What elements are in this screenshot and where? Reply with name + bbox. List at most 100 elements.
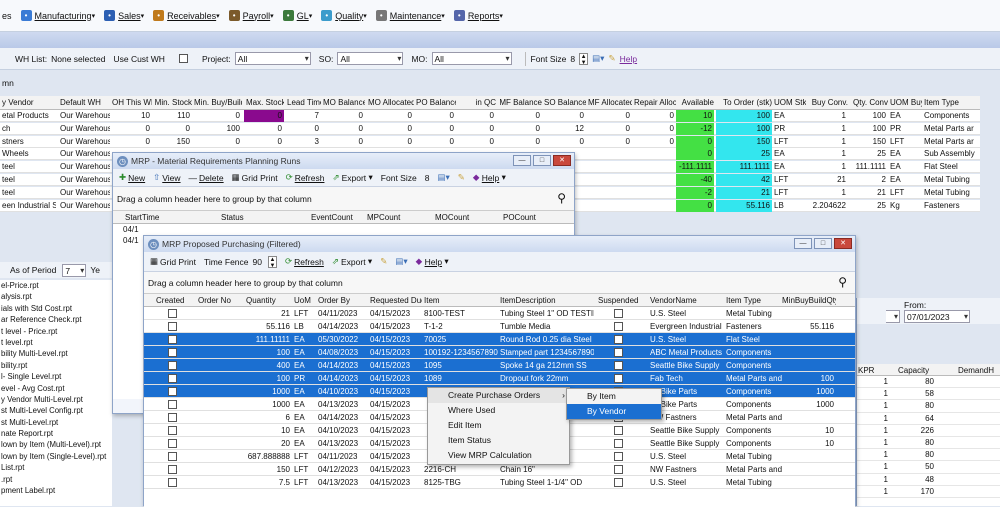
- submenu-item-1[interactable]: By Vendor: [567, 404, 661, 419]
- menu-8[interactable]: • Reports ▾: [453, 10, 503, 21]
- maximize-button-2[interactable]: □: [814, 238, 832, 249]
- runs-col-header[interactable]: Status: [219, 211, 299, 225]
- close-button-2[interactable]: ✕: [834, 238, 852, 249]
- purchasing-col-header[interactable]: Requested Due: [368, 294, 422, 308]
- column-header[interactable]: y Vendor: [0, 96, 56, 110]
- context-item-2[interactable]: Edit Item: [428, 418, 569, 433]
- to-dropdown-stub[interactable]: [886, 310, 900, 323]
- column-header[interactable]: To Order (stk): [716, 96, 772, 110]
- report-item[interactable]: alysis.rpt: [0, 291, 112, 302]
- table-row[interactable]: 7.5 LFT 04/13/2023 04/15/2023 8125-TBG Tubing…: [144, 476, 855, 489]
- view-button[interactable]: ⇧ View: [153, 172, 180, 183]
- report-item[interactable]: nate Report.rpt: [0, 428, 112, 439]
- report-item[interactable]: pment Label.rpt: [0, 485, 112, 496]
- refresh-button[interactable]: ⟳ Refresh: [286, 172, 325, 183]
- created-checkbox[interactable]: [168, 335, 177, 344]
- search-icon[interactable]: ⚲: [557, 191, 566, 205]
- runs-col-header[interactable]: MPCount: [365, 211, 425, 225]
- runs-col-header[interactable]: MOCount: [433, 211, 493, 225]
- created-checkbox[interactable]: [168, 478, 177, 487]
- runs-col-header[interactable]: POCount: [501, 211, 561, 225]
- created-checkbox[interactable]: [168, 426, 177, 435]
- column-header[interactable]: Max. Stock: [244, 96, 284, 110]
- use-cust-wh-box[interactable]: [178, 54, 188, 63]
- group-by-bar-2[interactable]: Drag a column header here to group by th…: [144, 272, 855, 294]
- capacity-row[interactable]: 1 226: [856, 425, 1000, 437]
- column-header[interactable]: Available: [676, 96, 714, 110]
- submenu-item-0[interactable]: By Item: [567, 389, 661, 404]
- capacity-row[interactable]: 1 48: [856, 474, 1000, 486]
- menu-4[interactable]: • Payroll ▾: [228, 10, 274, 21]
- report-item[interactable]: st Multi-Level Config.rpt: [0, 405, 112, 416]
- capacity-row[interactable]: 1 80: [856, 376, 1000, 389]
- created-checkbox[interactable]: [168, 309, 177, 318]
- column-header[interactable]: SO Balance: [542, 96, 586, 110]
- menu-2[interactable]: • Sales ▾: [104, 10, 144, 21]
- capacity-row[interactable]: 1 170: [856, 486, 1000, 498]
- report-item[interactable]: lown by Item (Single-Level).rpt: [0, 451, 112, 462]
- layout-icon[interactable]: ▤▾: [592, 53, 604, 64]
- report-item[interactable]: .rpt: [0, 474, 112, 485]
- time-fence-stepper-icon[interactable]: ▲ ▼: [267, 255, 277, 269]
- purchasing-col-header[interactable]: Item Type: [724, 294, 782, 308]
- group-by-bar[interactable]: Drag a column header here to group by th…: [113, 187, 574, 211]
- suspended-checkbox[interactable]: [614, 478, 623, 487]
- column-header[interactable]: PO Balance: [414, 96, 456, 110]
- table-row[interactable]: stners Our Warehous 0 150 0 0 3 0 0 0 0 0 0 0 0 0 150 LFT…: [0, 135, 980, 148]
- suspended-checkbox[interactable]: [614, 374, 623, 383]
- refresh-button-2[interactable]: ⟳ Refresh: [285, 256, 324, 267]
- column-header[interactable]: Default WH: [58, 96, 110, 110]
- font-size-stepper-icon[interactable]: ▲ ▼: [579, 52, 589, 66]
- wh-list-value[interactable]: None selected: [51, 54, 105, 64]
- report-item[interactable]: evel - Avg Cost.rpt: [0, 383, 112, 394]
- column-header[interactable]: MF Balance: [496, 96, 542, 110]
- capacity-row[interactable]: 1 58: [856, 388, 1000, 401]
- column-header[interactable]: Item Type: [922, 96, 978, 110]
- purchasing-col-header[interactable]: Quantity: [244, 294, 292, 308]
- grid-print-button-2[interactable]: ▦ Grid Print: [150, 256, 196, 267]
- purchasing-col-header[interactable]: Order No: [196, 294, 246, 308]
- tag-icon[interactable]: ✎: [608, 53, 615, 64]
- mrp-runs-titlebar[interactable]: ◷ MRP - Material Requirements Planning R…: [113, 153, 574, 169]
- column-header[interactable]: UOM Buy: [888, 96, 922, 110]
- report-item[interactable]: lown by Item (Multi-Level).rpt: [0, 439, 112, 450]
- layout-icon-3[interactable]: ▤▾: [395, 256, 407, 267]
- table-row[interactable]: 55.116 LB 04/14/2023 04/15/2023 T-1-2 Tumble …: [144, 320, 855, 333]
- report-item[interactable]: List.rpt: [0, 462, 112, 473]
- suspended-checkbox[interactable]: [614, 361, 623, 370]
- report-item[interactable]: l- Single Level.rpt: [0, 371, 112, 382]
- tag-icon-3[interactable]: ✎: [380, 256, 387, 267]
- purchasing-col-header[interactable]: MinBuyBuildQty: [780, 294, 836, 308]
- menu-0[interactable]: es: [2, 11, 12, 21]
- created-checkbox[interactable]: [168, 374, 177, 383]
- column-header[interactable]: Lead Time: [285, 96, 321, 110]
- table-row[interactable]: 100 EA 04/08/2023 04/15/2023 100192-12345678…: [144, 346, 855, 359]
- tag-icon-2[interactable]: ✎: [458, 172, 465, 183]
- font-size-value[interactable]: 8: [570, 54, 575, 64]
- capacity-row[interactable]: 1 80: [856, 437, 1000, 450]
- report-item[interactable]: bility.rpt: [0, 360, 112, 371]
- delete-button[interactable]: — Delete: [189, 173, 224, 183]
- mo-dropdown[interactable]: All: [431, 52, 512, 65]
- menu-3[interactable]: • Receivables ▾: [153, 10, 220, 21]
- runs-col-header[interactable]: StartTime: [123, 211, 203, 225]
- column-header[interactable]: in QC: [456, 96, 496, 110]
- report-item[interactable]: bility Multi-Level.rpt: [0, 348, 112, 359]
- created-checkbox[interactable]: [168, 413, 177, 422]
- suspended-checkbox[interactable]: [614, 439, 623, 448]
- report-item[interactable]: st Multi-Level.rpt: [0, 417, 112, 428]
- menu-7[interactable]: • Maintenance ▾: [375, 10, 445, 21]
- font-size-value-2[interactable]: 8: [425, 173, 430, 183]
- export-button[interactable]: ⇗ Export ▾: [332, 172, 372, 183]
- capacity-row[interactable]: 1 50: [856, 461, 1000, 474]
- created-checkbox[interactable]: [168, 465, 177, 474]
- report-item[interactable]: el-Price.rpt: [0, 280, 112, 291]
- so-dropdown[interactable]: All: [337, 52, 404, 65]
- column-header[interactable]: Min. Buy/Build: [192, 96, 242, 110]
- period-spinner[interactable]: 7: [62, 263, 87, 277]
- column-header[interactable]: MO Balance: [321, 96, 365, 110]
- report-item[interactable]: y Vendor Multi-Level.rpt: [0, 394, 112, 405]
- menu-6[interactable]: • Quality ▾: [321, 10, 367, 21]
- menu-5[interactable]: • GL ▾: [282, 10, 312, 21]
- table-row[interactable]: ch Our Warehous 0 0 100 0 0 0 0 0 0 0 12 0 0 -12 100 PR 1 1…: [0, 122, 980, 135]
